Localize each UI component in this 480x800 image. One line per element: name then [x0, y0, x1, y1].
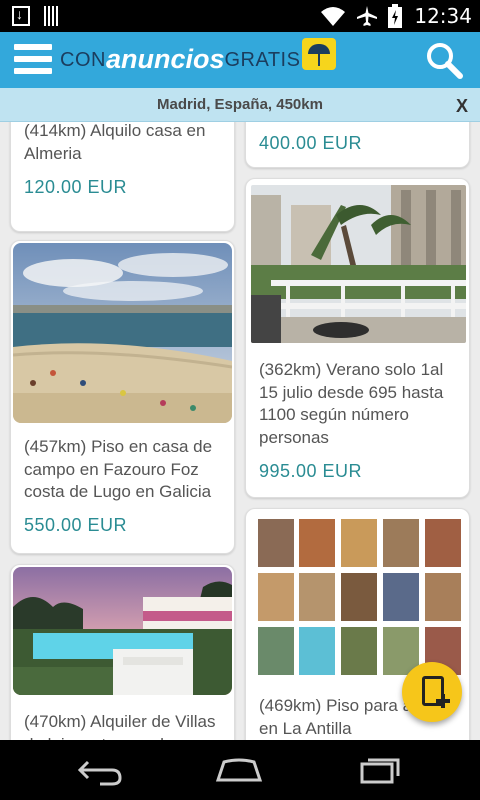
home-icon[interactable] — [214, 754, 264, 786]
download-notification-icon — [12, 6, 30, 26]
app-bar: CON anuncios GRATIS — [0, 32, 480, 88]
listing-photo — [251, 185, 466, 343]
battery-icon — [388, 4, 403, 28]
listing-price: 400.00 EUR — [259, 133, 363, 153]
listing-price: 550.00 EUR — [24, 515, 128, 535]
listing-price: 995.00 EUR — [259, 461, 363, 481]
location-text: Madrid, España, 450km — [157, 96, 323, 113]
clock: 12:34 — [414, 4, 472, 28]
listing-card[interactable]: (470km) Alquiler de Villas de lujo, yate… — [10, 564, 235, 740]
search-icon[interactable] — [424, 40, 464, 80]
wifi-icon — [320, 5, 346, 27]
listings-feed[interactable]: (414km) Alquilo casa en Almeria 120.00 E… — [0, 122, 480, 740]
system-navigation-bar — [0, 740, 480, 800]
listing-photo — [13, 243, 232, 423]
listing-title: (362km) Verano solo 1al 15 julio desde 6… — [259, 360, 444, 447]
back-icon[interactable] — [76, 754, 126, 786]
menu-icon[interactable] — [14, 44, 52, 74]
listing-title: (414km) Alquilo casa en Almeria — [24, 122, 206, 163]
listing-card[interactable]: (362km) Verano solo 1al 15 julio desde 6… — [245, 178, 470, 498]
status-bar: 12:34 — [0, 0, 480, 32]
listing-title: (470km) Alquiler de Villas de lujo, yate… — [24, 712, 216, 740]
barcode-notification-icon — [44, 6, 60, 26]
recent-apps-icon[interactable] — [356, 754, 406, 786]
location-filter-bar[interactable]: Madrid, España, 450km X — [0, 88, 480, 122]
listing-photo — [258, 519, 461, 675]
listing-card[interactable]: (414km) Alquilo casa en Almeria 120.00 E… — [10, 122, 235, 232]
app-logo: CON anuncios GRATIS — [60, 38, 337, 80]
post-ad-button[interactable] — [402, 662, 462, 722]
listing-title: (457km) Piso en casa de campo en Fazouro… — [24, 437, 213, 501]
listing-price: 120.00 EUR — [24, 177, 128, 197]
listing-card[interactable]: (457km) Piso en casa de campo en Fazouro… — [10, 240, 235, 554]
listing-photo — [13, 567, 232, 695]
listing-card[interactable]: 400.00 EUR — [245, 122, 470, 168]
umbrella-badge-icon — [302, 38, 337, 70]
logo-text-gratis: GRATIS — [224, 49, 301, 71]
airplane-mode-icon — [356, 5, 378, 27]
plus-icon — [436, 694, 450, 708]
logo-text-con: CON — [60, 49, 106, 71]
clear-location-button[interactable]: X — [456, 96, 468, 117]
logo-text-anuncios: anuncios — [105, 44, 225, 74]
